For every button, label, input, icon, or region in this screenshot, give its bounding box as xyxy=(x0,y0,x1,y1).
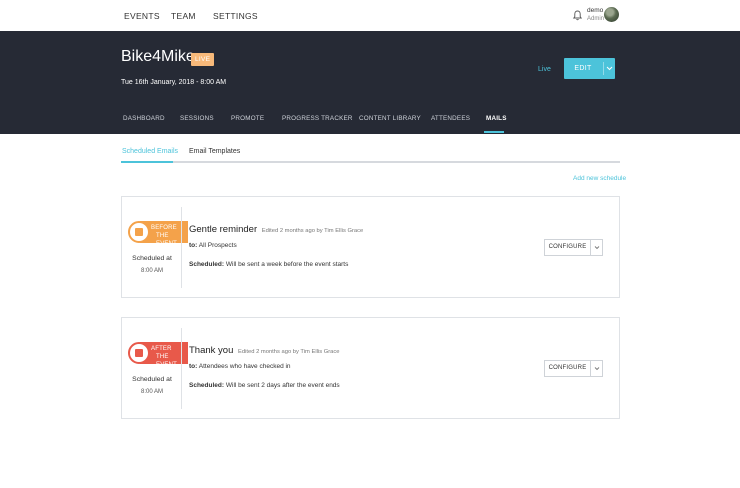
email-timing-tag: BEFORE THE EVENT xyxy=(128,221,188,247)
live-status: Live xyxy=(538,66,551,73)
email-edit-meta: Edited 2 months ago by Tim Ellis Grace xyxy=(238,349,340,355)
chevron-down-icon[interactable] xyxy=(604,58,615,79)
tab-progress-tracker[interactable]: PROGRESS TRACKER xyxy=(282,115,353,122)
card-divider xyxy=(181,328,182,409)
timing-tag-line1: BEFORE xyxy=(151,225,177,231)
recipients-label: to: xyxy=(189,363,198,370)
configure-button-label: CONFIGURE xyxy=(548,244,587,250)
timing-tag-line2: THE EVENT xyxy=(156,233,178,247)
email-card: AFTER THE EVENT Scheduled at 8:00 AM Tha… xyxy=(121,317,620,419)
subtab-divider xyxy=(121,161,620,163)
schedule-label: Scheduled: xyxy=(189,382,225,389)
tab-dashboard[interactable]: DASHBOARD xyxy=(123,115,165,122)
configure-button[interactable]: CONFIGURE xyxy=(544,360,603,377)
user-role: Admin xyxy=(587,16,605,22)
scheduled-time: 8:00 AM xyxy=(140,268,163,274)
email-title-row: Thank you Edited 2 months ago by Tim Ell… xyxy=(189,345,340,356)
configure-button-label: CONFIGURE xyxy=(548,365,587,371)
scheduled-time: 8:00 AM xyxy=(140,389,163,395)
mail-icon xyxy=(128,342,150,364)
email-edit-meta: Edited 2 months ago by Tim Ellis Grace xyxy=(261,228,364,234)
event-date: Tue 16th January, 2018 - 8:00 AM xyxy=(121,79,227,86)
timing-tag-line2: THE EVENT xyxy=(156,354,178,368)
tab-promote[interactable]: PROMOTE xyxy=(231,115,264,122)
edit-button[interactable]: EDIT xyxy=(564,58,615,79)
card-divider xyxy=(181,207,182,288)
add-schedule-link[interactable]: Add new schedule xyxy=(573,175,626,182)
calendar-icon xyxy=(128,221,150,243)
email-timing-tag: AFTER THE EVENT xyxy=(128,342,188,368)
recipients-value: Attendees who have checked in xyxy=(198,363,291,370)
subtab-scheduled-emails[interactable]: Scheduled Emails xyxy=(122,148,178,155)
schedule-label: Scheduled: xyxy=(189,261,225,268)
email-title[interactable]: Thank you xyxy=(189,345,233,356)
scheduled-at-label: Scheduled at xyxy=(132,255,172,262)
recipients-row: to: All Prospects xyxy=(189,242,237,249)
nav-team[interactable]: TEAM xyxy=(171,11,196,21)
schedule-row: Scheduled: Will be sent 2 days after the… xyxy=(189,382,340,389)
scheduled-at-label: Scheduled at xyxy=(132,376,172,383)
chevron-down-icon[interactable] xyxy=(591,240,603,255)
recipients-label: to: xyxy=(189,242,198,249)
top-nav: EVENTS TEAM SETTINGS demo Admin xyxy=(0,0,740,31)
avatar[interactable] xyxy=(604,7,619,22)
live-badge: LIVE xyxy=(191,53,215,66)
configure-button[interactable]: CONFIGURE xyxy=(544,239,603,256)
schedule-value: Will be sent 2 days after the event ends xyxy=(225,382,340,389)
user-name[interactable]: demo xyxy=(587,7,603,14)
active-subtab-indicator xyxy=(121,161,173,163)
recipients-value: All Prospects xyxy=(198,242,237,249)
edit-button-label: EDIT xyxy=(574,65,592,72)
event-title: Bike4Mike xyxy=(121,48,195,65)
subtab-email-templates[interactable]: Email Templates xyxy=(189,148,240,155)
tab-sessions[interactable]: SESSIONS xyxy=(180,115,214,122)
nav-settings[interactable]: SETTINGS xyxy=(213,11,258,21)
bell-icon[interactable] xyxy=(573,10,582,21)
timing-tag-line1: AFTER xyxy=(151,346,172,352)
schedule-row: Scheduled: Will be sent a week before th… xyxy=(189,261,348,268)
schedule-value: Will be sent a week before the event sta… xyxy=(225,261,349,268)
email-card: BEFORE THE EVENT Scheduled at 8:00 AM Ge… xyxy=(121,196,620,298)
tab-content-library[interactable]: CONTENT LIBRARY xyxy=(359,115,421,122)
nav-events[interactable]: EVENTS xyxy=(124,11,160,21)
tab-mails[interactable]: MAILS xyxy=(486,115,507,122)
chevron-down-icon[interactable] xyxy=(591,361,603,376)
active-tab-indicator xyxy=(484,131,504,133)
email-title-row: Gentle reminder Edited 2 months ago by T… xyxy=(189,224,363,235)
tab-attendees[interactable]: ATTENDEES xyxy=(431,115,470,122)
email-title[interactable]: Gentle reminder xyxy=(189,224,257,235)
recipients-row: to: Attendees who have checked in xyxy=(189,363,291,370)
